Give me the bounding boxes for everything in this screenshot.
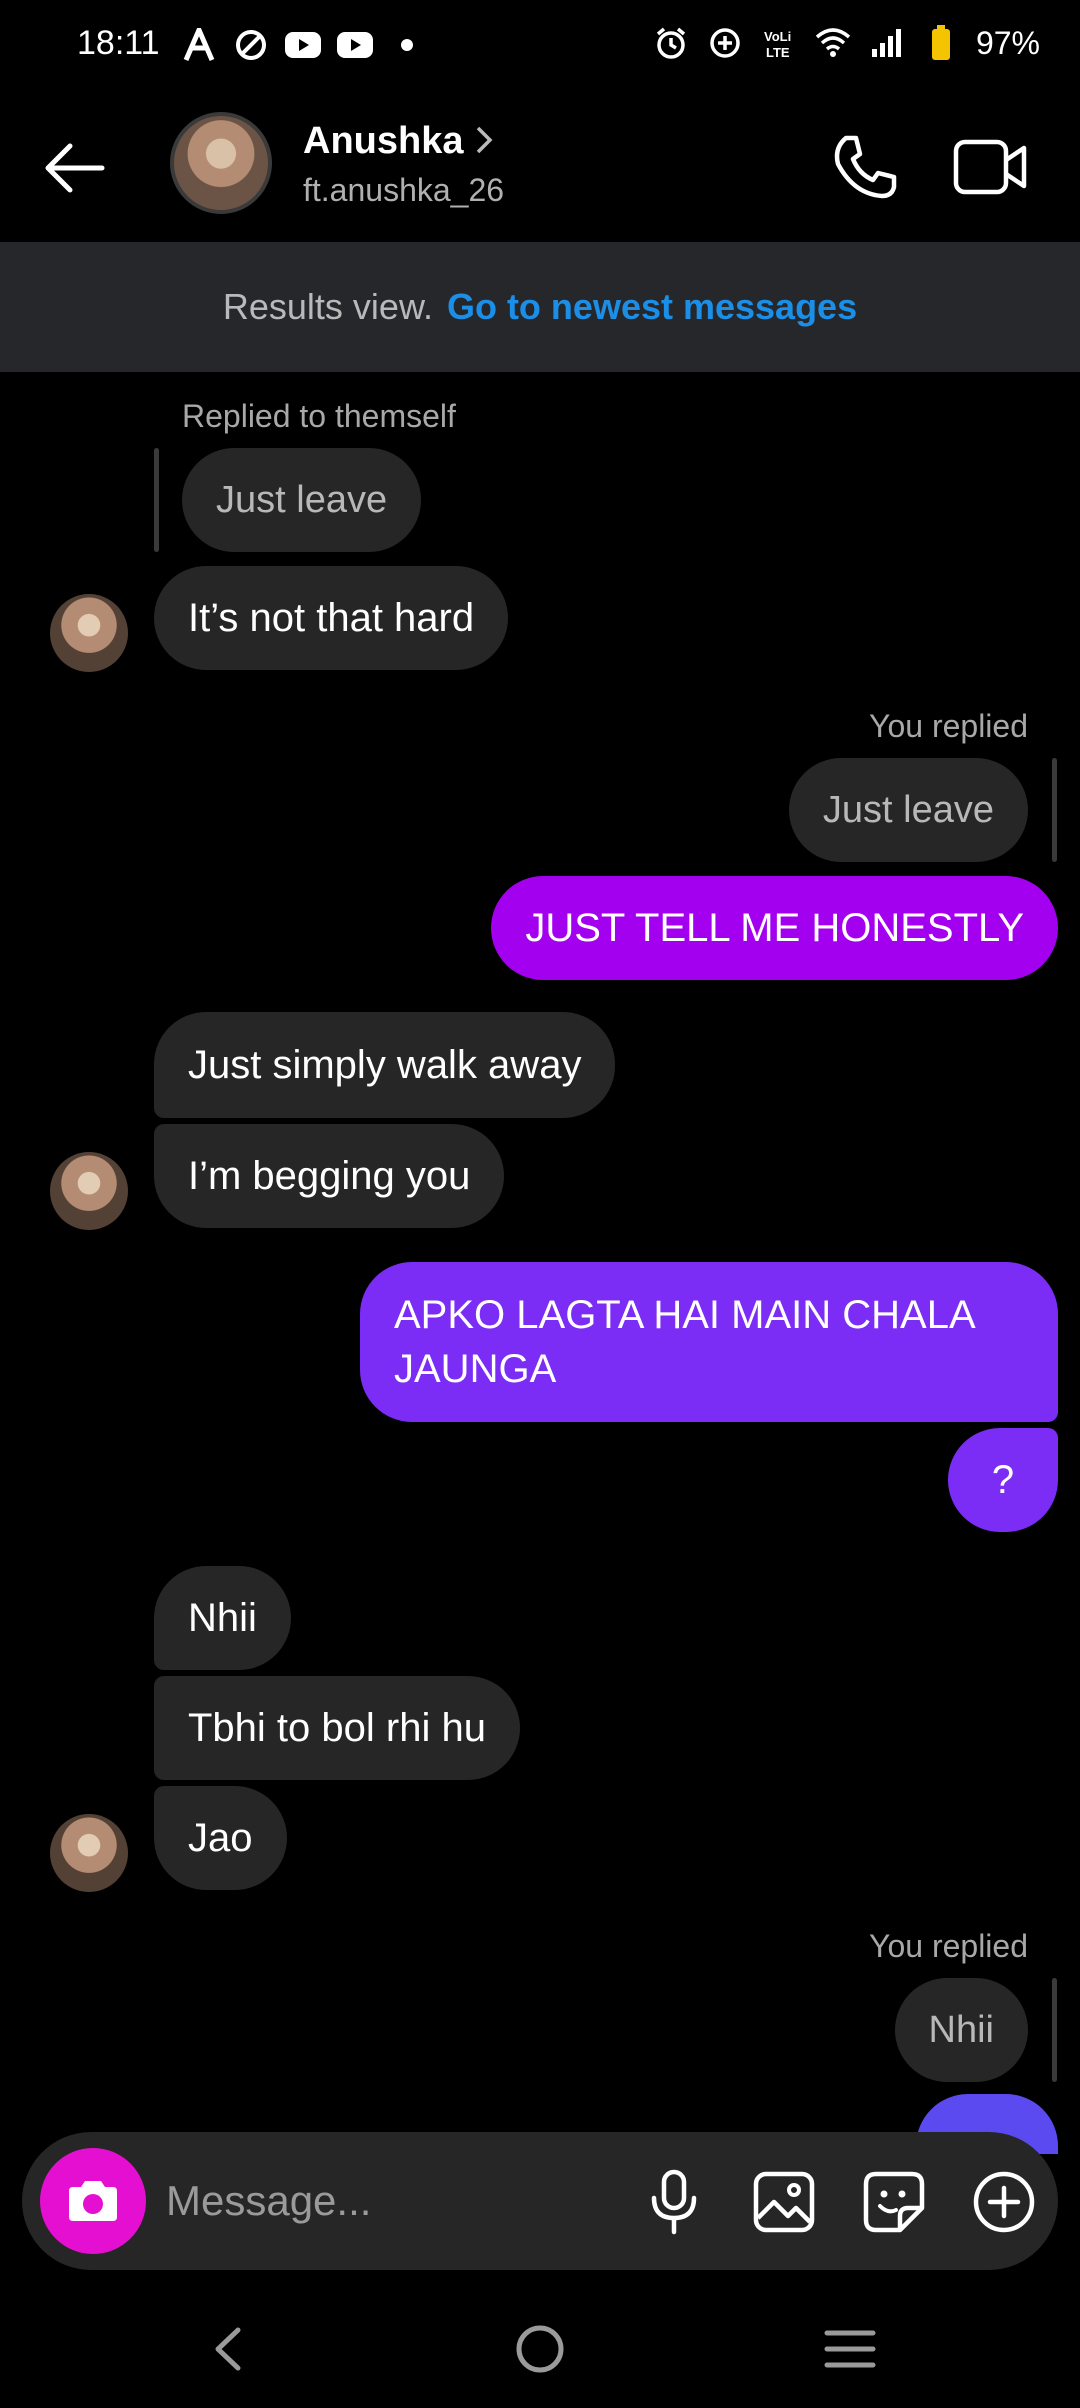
back-arrow-icon [45, 143, 105, 193]
sticker-button[interactable] [854, 2162, 934, 2242]
status-left-icons [180, 26, 426, 64]
quoted-message[interactable]: Nhii [894, 1978, 1028, 2082]
back-button[interactable] [40, 132, 112, 204]
quoted-message[interactable]: Just leave [182, 448, 422, 552]
alarm-icon [652, 24, 690, 62]
status-time: 18:11 [77, 24, 160, 62]
sender-avatar[interactable] [50, 1152, 128, 1230]
phone-icon [834, 135, 897, 199]
outgoing-message[interactable]: JUST TELL ME HONESTLY [491, 876, 1058, 980]
chat-header: Anushka ft.anushka_26 [0, 92, 1080, 242]
sender-avatar[interactable] [50, 1814, 128, 1892]
go-to-newest-link[interactable]: Go to newest messages [447, 286, 857, 328]
svg-text:VoLi: VoLi [764, 29, 791, 44]
results-banner: Results view. Go to newest messages [0, 242, 1080, 372]
video-call-button[interactable] [952, 132, 1030, 202]
message-input[interactable] [166, 2162, 596, 2240]
incoming-message[interactable]: Tbhi to bol rhi hu [154, 1676, 520, 1780]
battery-icon [922, 24, 960, 62]
voice-call-button[interactable] [826, 128, 904, 206]
nav-home-button[interactable] [500, 2314, 580, 2384]
incoming-message[interactable]: Jao [154, 1786, 287, 1890]
dot-icon [388, 26, 426, 64]
incoming-message[interactable]: Nhii [154, 1566, 291, 1670]
a-icon [180, 26, 218, 64]
add-button[interactable] [964, 2162, 1044, 2242]
contact-name[interactable]: Anushka [303, 120, 463, 163]
contact-avatar[interactable] [170, 112, 272, 214]
nav-menu-icon [824, 2330, 876, 2368]
slash-icon [232, 26, 270, 64]
video-camera-icon [953, 139, 1027, 195]
wifi-icon [814, 24, 852, 62]
reply-context-label: You replied [869, 1928, 1028, 1964]
camera-icon [69, 2181, 117, 2221]
svg-text:LTE: LTE [766, 45, 790, 60]
nav-back-icon [215, 2327, 241, 2371]
incoming-message[interactable]: Just simply walk away [154, 1012, 616, 1118]
results-view-text: Results view. [222, 286, 433, 327]
reply-line [1052, 1978, 1057, 2082]
reply-context-label: Replied to themself [182, 398, 456, 434]
microphone-button[interactable] [634, 2162, 714, 2242]
incoming-message[interactable]: I’m begging you [154, 1124, 505, 1228]
outgoing-message[interactable]: APKO LAGTA HAI MAIN CHALA JAUNGA [360, 1262, 1058, 1422]
battery-percent: 97% [975, 24, 1040, 61]
contact-username: ft.anushka_26 [303, 172, 505, 208]
quoted-message[interactable]: Just leave [788, 758, 1028, 862]
chevron-right-icon[interactable] [472, 122, 498, 158]
reply-line [1052, 758, 1057, 862]
youtube-icon [284, 26, 322, 64]
message-composer [22, 2132, 1058, 2270]
incoming-message[interactable]: It’s not that hard [154, 566, 509, 670]
data-saver-icon [706, 24, 744, 62]
plus-circle-icon [973, 2171, 1035, 2233]
nav-back-button[interactable] [188, 2314, 268, 2384]
status-right: VoLi LTE 97% [652, 24, 1040, 62]
gallery-button[interactable] [744, 2162, 824, 2242]
microphone-icon [651, 2169, 697, 2235]
youtube-icon [336, 26, 374, 64]
system-nav-bar [0, 2290, 1080, 2408]
signal-icon [868, 24, 906, 62]
image-icon [753, 2171, 815, 2233]
volte-icon: VoLi LTE [760, 24, 798, 62]
sticker-icon [863, 2171, 925, 2233]
reply-line [154, 448, 159, 552]
outgoing-message[interactable]: ? [948, 1428, 1058, 1532]
nav-recents-button[interactable] [810, 2314, 890, 2384]
sender-avatar[interactable] [50, 594, 128, 672]
reply-context-label: You replied [869, 708, 1028, 744]
camera-button[interactable] [40, 2148, 146, 2254]
status-bar: 18:11 VoLi LTE 97% [0, 0, 1080, 92]
nav-home-icon [516, 2325, 564, 2373]
